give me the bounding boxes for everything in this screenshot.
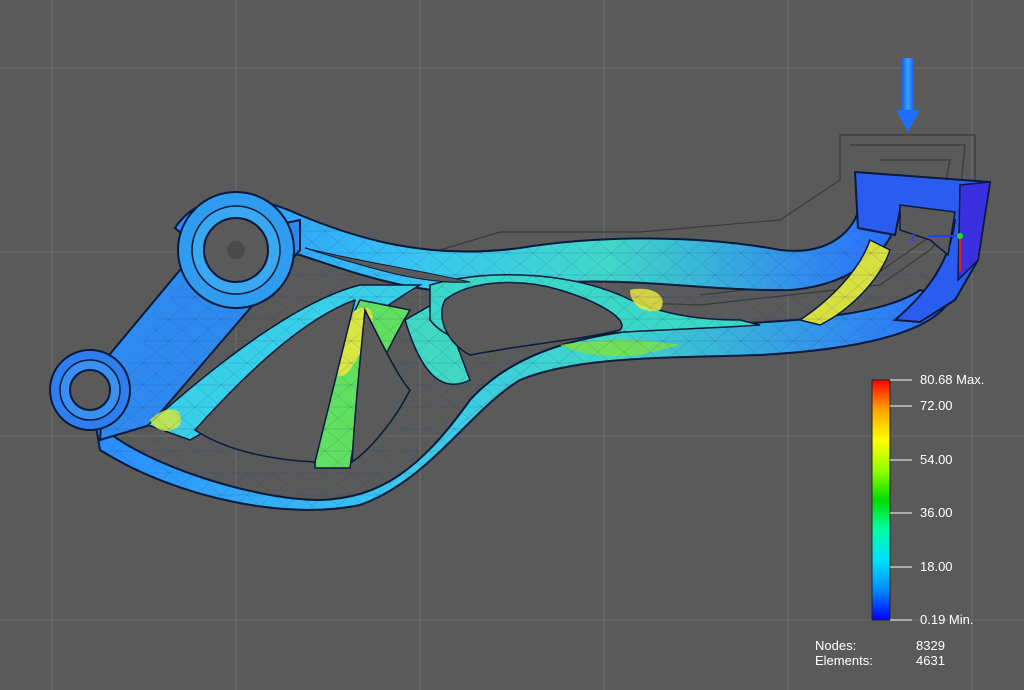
legend-tick-label: 54.00 (920, 452, 953, 467)
legend-min-label: 0.19 Min. (920, 612, 974, 627)
elements-value: 4631 (916, 653, 945, 668)
legend-color-bar (871, 379, 891, 621)
stress-legend (871, 379, 912, 621)
lower-pivot-hole (69, 369, 111, 411)
legend-tick-label: 18.00 (920, 559, 953, 574)
nodes-label: Nodes: (815, 638, 857, 653)
bracket-part[interactable] (49, 170, 992, 511)
triad-z-label: Z (910, 233, 916, 244)
legend-tick-label: 72.00 (920, 398, 953, 413)
analysis-viewport[interactable]: Z (0, 0, 1024, 690)
elements-label: Elements: (815, 653, 873, 668)
upper-pivot-center (227, 241, 245, 259)
load-end-inner (899, 204, 956, 257)
nodes-value: 8329 (916, 638, 945, 653)
legend-max-label: 80.68 Max. (920, 372, 985, 387)
legend-tick-label: 36.00 (920, 505, 953, 520)
load-arrow-icon[interactable] (896, 58, 920, 132)
